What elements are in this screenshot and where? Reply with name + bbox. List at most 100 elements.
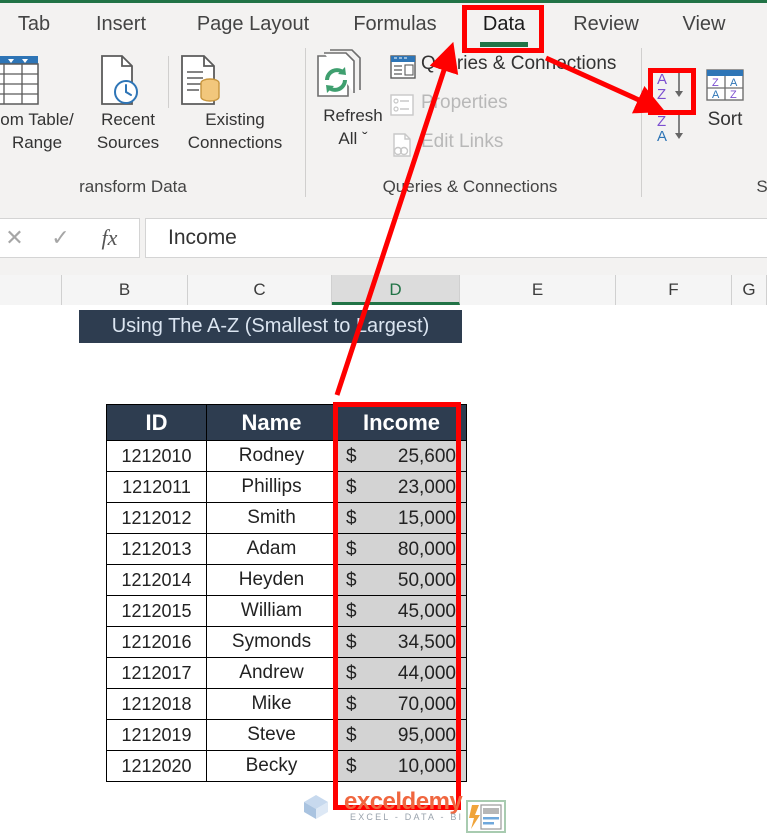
ribbon-existing-connections[interactable]: Existing Connections [170, 52, 300, 154]
cell-income[interactable]: $15,000 [336, 502, 467, 534]
svg-text:Z: Z [730, 89, 737, 101]
paste-options-icon[interactable] [466, 800, 506, 833]
cell-income[interactable]: $44,000 [336, 657, 467, 689]
currency-symbol: $ [346, 756, 357, 777]
cell-id[interactable]: 1212011 [106, 471, 207, 503]
cell-name[interactable]: Mike [206, 688, 337, 720]
income-amount: 80,000 [397, 539, 456, 560]
sort-dialog-button[interactable]: Z A A Z Sort [702, 68, 748, 131]
group-label-separator-2 [641, 171, 642, 197]
cell-id[interactable]: 1212019 [106, 719, 207, 751]
ribbon-tab-insert[interactable]: Insert [80, 7, 162, 49]
table-row[interactable]: 1212013 Adam $80,000 [106, 533, 467, 565]
ribbon-tab-review[interactable]: Review [558, 7, 654, 49]
watermark: exceldemy EXCEL - DATA - BI [300, 786, 480, 832]
cell-income[interactable]: $70,000 [336, 688, 467, 720]
sort-ascending-icon: A Z [657, 71, 683, 103]
cell-name[interactable]: Steve [206, 719, 337, 751]
cell-income[interactable]: $95,000 [336, 719, 467, 751]
ribbon-tab-formulas[interactable]: Formulas [340, 7, 450, 49]
cell-name[interactable]: Smith [206, 502, 337, 534]
column-header-G[interactable]: G [732, 275, 767, 305]
enter-check-icon[interactable]: ✓ [38, 218, 83, 258]
ribbon-group-labels: ransform Data Queries & Connections S [0, 171, 767, 203]
ribbon-recent-sources[interactable]: Recent Sources [88, 52, 168, 154]
cell-id[interactable]: 1212017 [106, 657, 207, 689]
table-row[interactable]: 1212016 Symonds $34,500 [106, 626, 467, 658]
ribbon: Tab Insert Page Layout Formulas Data Review Vi… [0, 0, 767, 210]
sort-za-button[interactable]: Z A [655, 111, 691, 145]
exceldemy-logo-icon [304, 795, 328, 819]
ribbon-group-label: Queries & Connections [382, 177, 558, 196]
currency-symbol: $ [346, 570, 357, 591]
column-header-B[interactable]: B [62, 275, 188, 305]
insert-function-icon[interactable]: fx [87, 218, 132, 258]
cell-id[interactable]: 1212018 [106, 688, 207, 720]
table-row[interactable]: 1212012 Smith $15,000 [106, 502, 467, 534]
cell-name[interactable]: Becky [206, 750, 337, 782]
table-icon [0, 52, 92, 108]
cell-id[interactable]: 1212020 [106, 750, 207, 782]
currency-symbol: $ [346, 694, 357, 715]
title-banner: Using The A-Z (Smallest to Largest) [79, 310, 462, 343]
cell-income[interactable]: $45,000 [336, 595, 467, 627]
table-row[interactable]: 1212020 Becky $10,000 [106, 750, 467, 782]
column-header-C[interactable]: C [188, 275, 332, 305]
cell-income[interactable]: $80,000 [336, 533, 467, 565]
cancel-x-icon[interactable]: ✕ [0, 218, 37, 258]
svg-text:Z: Z [712, 77, 719, 89]
column-header-F[interactable]: F [616, 275, 732, 305]
cell-income[interactable]: $10,000 [336, 750, 467, 782]
cell-income[interactable]: $34,500 [336, 626, 467, 658]
currency-symbol: $ [346, 539, 357, 560]
column-header-D[interactable]: D [332, 275, 460, 305]
cell-income[interactable]: $23,000 [336, 471, 467, 503]
ribbon-label-refresh-all-1: Refresh [323, 106, 383, 125]
cell-name[interactable]: Adam [206, 533, 337, 565]
ribbon-tab-label: Review [573, 13, 639, 35]
cell-id[interactable]: 1212010 [106, 440, 207, 472]
income-amount: 23,000 [397, 477, 456, 498]
cell-income[interactable]: $25,600 [336, 440, 467, 472]
ribbon-tab-page-layout[interactable]: Page Layout [178, 7, 328, 49]
ribbon-from-table-range[interactable]: om Table/ Range [0, 52, 92, 154]
cell-id[interactable]: 1212016 [106, 626, 207, 658]
cell-id[interactable]: 1212012 [106, 502, 207, 534]
table-row[interactable]: 1212011 Phillips $23,000 [106, 471, 467, 503]
header-name: Name [206, 404, 337, 441]
table-row[interactable]: 1212010 Rodney $25,600 [106, 440, 467, 472]
cell-name[interactable]: Phillips [206, 471, 337, 503]
table-header-row: ID Name Income [106, 404, 467, 441]
column-header-E[interactable]: E [460, 275, 616, 305]
formula-input[interactable]: Income [145, 218, 767, 258]
ribbon-refresh-all[interactable]: Refresh All ˇ [312, 49, 394, 150]
cell-name[interactable]: Rodney [206, 440, 337, 472]
sort-dialog-label: Sort [707, 109, 743, 130]
column-header-corner[interactable] [0, 275, 62, 305]
cell-name[interactable]: Symonds [206, 626, 337, 658]
ribbon-tab-data[interactable]: Data [470, 7, 538, 49]
table-row[interactable]: 1212018 Mike $70,000 [106, 688, 467, 720]
table-row[interactable]: 1212019 Steve $95,000 [106, 719, 467, 751]
ribbon-tab-tab[interactable]: Tab [6, 7, 62, 49]
ribbon-tab-label: View [682, 13, 726, 35]
cell-income[interactable]: $50,000 [336, 564, 467, 596]
edit-links-icon [390, 133, 414, 157]
cell-id[interactable]: 1212015 [106, 595, 207, 627]
table-row[interactable]: 1212015 William $45,000 [106, 595, 467, 627]
cell-name[interactable]: Andrew [206, 657, 337, 689]
cell-id[interactable]: 1212013 [106, 533, 207, 565]
svg-text:A: A [730, 77, 738, 89]
table-row[interactable]: 1212017 Andrew $44,000 [106, 657, 467, 689]
currency-symbol: $ [346, 663, 357, 684]
currency-symbol: $ [346, 601, 357, 622]
ribbon-tab-view[interactable]: View [668, 7, 740, 49]
cell-name[interactable]: William [206, 595, 337, 627]
cell-id[interactable]: 1212014 [106, 564, 207, 596]
table-row[interactable]: 1212014 Heyden $50,000 [106, 564, 467, 596]
income-amount: 34,500 [397, 632, 456, 653]
sort-az-button[interactable]: A Z [655, 69, 691, 103]
ribbon-separator-2 [305, 48, 306, 173]
cell-name[interactable]: Heyden [206, 564, 337, 596]
income-amount: 15,000 [397, 508, 456, 529]
